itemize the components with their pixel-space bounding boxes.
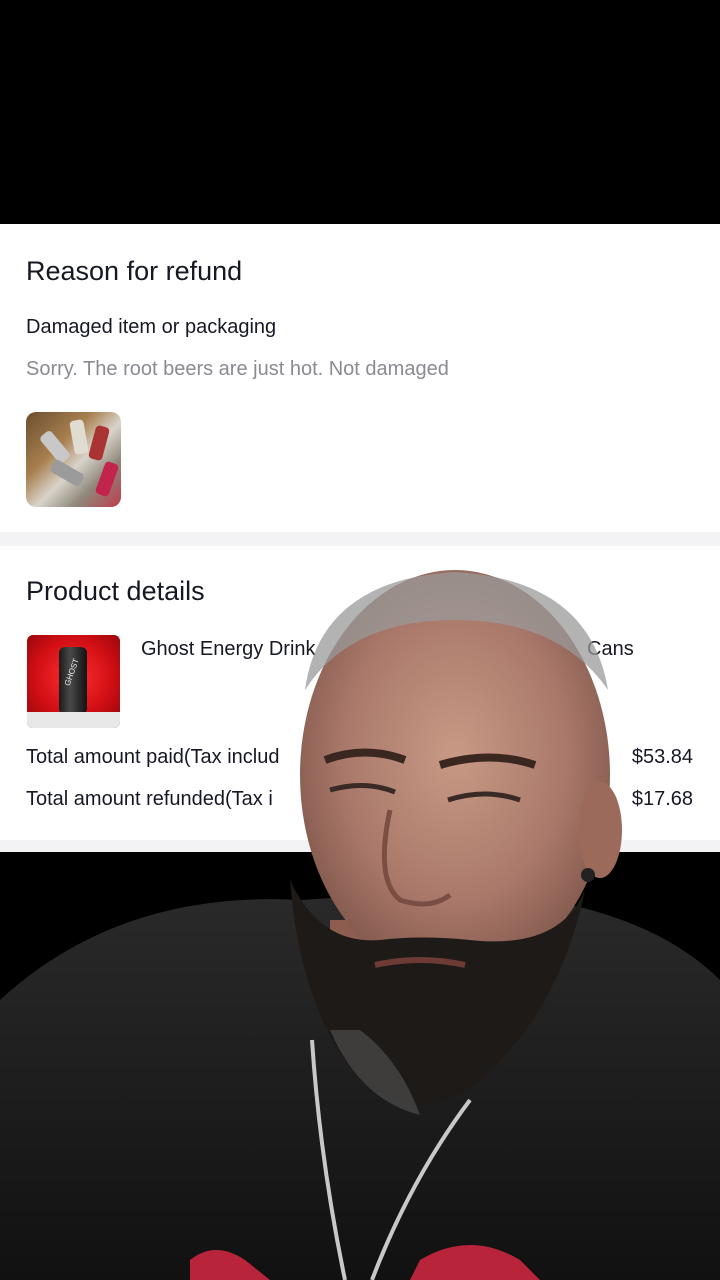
refund-reason-card: Reason for refund Damaged item or packag… <box>0 224 720 532</box>
product-details-card: Product details GHOST Ghost Energy Drink… <box>0 546 720 840</box>
product-details-title: Product details <box>26 576 205 606</box>
video-black-top <box>0 0 720 224</box>
product-name-text-end: Cans <box>587 638 634 660</box>
refund-reason-text: Damaged item or packaging <box>26 316 277 338</box>
product-name-text: Ghost Energy Drink <box>141 638 316 660</box>
evidence-photo-thumbnail[interactable] <box>26 412 121 507</box>
total-paid-value: $53.84 <box>631 746 693 768</box>
section-divider-bottom <box>0 840 720 852</box>
section-divider <box>0 532 720 546</box>
refund-comment-text: Sorry. The root beers are just hot. Not … <box>26 358 449 380</box>
total-refunded-label: Total amount refunded(Tax i <box>26 788 273 810</box>
total-refunded-value: $17.68 <box>631 788 693 810</box>
product-image[interactable]: GHOST <box>27 635 120 728</box>
total-paid-label: Total amount paid(Tax includ <box>26 746 280 768</box>
video-black-bottom <box>0 852 720 1280</box>
refund-reason-title: Reason for refund <box>26 256 243 286</box>
